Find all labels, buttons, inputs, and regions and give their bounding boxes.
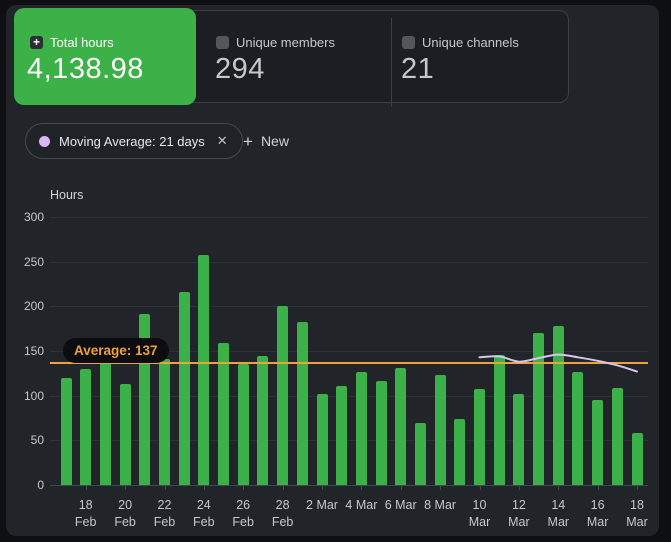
x-tick-mark [282,485,284,490]
x-tick-label: 20 Feb [114,498,136,529]
hours-bar-chart: Hours 0 50 100 150 200 250 300 Average: 137 18… [6,185,659,533]
stat-card-label: Unique channels [422,35,519,50]
x-tick-label: 4 Mar [345,498,378,512]
x-tick-label: 10 Mar [468,498,491,529]
stat-card-total-hours[interactable]: + Total hours 4,138.98 [14,8,196,105]
x-tick-mark [479,485,481,490]
checkbox-icon[interactable] [402,36,415,49]
x-tick-mark [85,485,87,490]
stat-card-value: 21 [401,53,435,85]
x-tick-label: 14 Mar [547,498,570,529]
x-tick-mark [597,485,599,490]
y-axis-title: Hours [50,188,84,202]
checkbox-icon[interactable] [216,36,229,49]
x-tick-mark [322,485,323,490]
y-tick-label: 250 [23,254,44,269]
x-tick-mark [440,485,442,490]
new-button-label: New [260,133,289,149]
stat-card-value: 294 [215,53,265,85]
x-tick-label: 24 Feb [193,498,215,529]
x-tick-label: 28 Feb [271,498,294,529]
x-tick-mark [400,485,402,490]
chip-label: Moving Average: 21 days [59,133,205,149]
stat-card-label: Unique members [236,35,335,50]
y-tick-label: 300 [23,210,44,224]
x-tick-label: 8 Mar [424,498,457,512]
y-tick-label: 150 [23,344,44,358]
plus-icon: + [243,131,253,151]
x-tick-mark [203,485,205,490]
x-tick-mark [361,485,363,490]
series-color-dot-icon [39,135,50,147]
x-tick-label: 22 Feb [153,498,176,529]
x-tick-mark [558,485,560,490]
x-tick-label: 18 Mar [626,498,648,529]
stat-card-unique-channels[interactable]: Unique channels 21 [388,10,574,103]
x-tick-label: 26 Feb [232,498,254,529]
stat-card-label: Total hours [50,35,114,50]
x-tick-mark [243,485,245,490]
plus-checkbox-icon[interactable]: + [30,36,43,49]
y-tick-label: 50 [30,433,44,448]
x-tick-label: 18 Feb [74,498,97,529]
x-tick-mark [518,485,520,490]
close-icon[interactable]: ✕ [217,133,228,149]
new-filter-button[interactable]: + New [243,129,289,153]
dashboard: + Total hours 4,138.98 Unique members 29… [0,0,671,542]
stat-card-value: 4,138.98 [27,53,144,85]
x-tick-mark [164,485,166,490]
x-tick-label: 12 Mar [508,498,530,529]
y-axis-labels: 0 50 100 150 200 250 300 [6,210,44,492]
x-tick-label: 2 Mar [306,498,338,512]
x-axis-labels: 18 Feb 20 Feb 22 Feb 24 Feb 26 Feb 28 Feb 2 Mar 4 Mar… [50,497,648,531]
average-annotation-label: Average: 137 [74,343,158,358]
main-panel: + Total hours 4,138.98 Unique members 29… [6,5,659,536]
y-tick-label: 100 [23,388,44,403]
y-tick-label: 0 [37,478,44,492]
x-tick-mark [637,485,638,490]
x-tick-mark [125,485,127,490]
moving-average-chip[interactable]: Moving Average: 21 days ✕ [25,123,243,159]
average-annotation: Average: 137 [63,338,169,363]
stat-card-unique-members[interactable]: Unique members 294 [202,10,388,103]
x-tick-label: 16 Mar [586,498,609,529]
y-tick-label: 200 [23,299,44,314]
x-tick-label: 6 Mar [384,498,417,512]
